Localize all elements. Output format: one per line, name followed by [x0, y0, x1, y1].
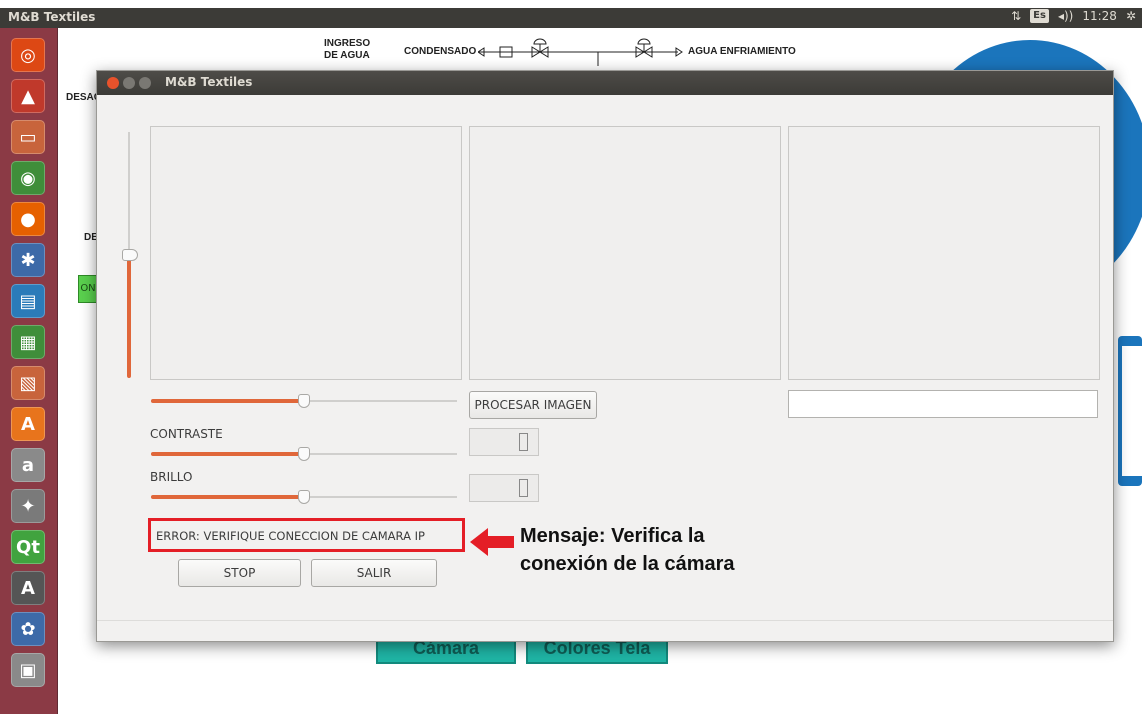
status-on-badge: ON	[78, 275, 98, 303]
top-slider-handle[interactable]	[298, 394, 310, 408]
ubuntu-dash-icon[interactable]: ◎	[11, 38, 45, 72]
contrast-value-display	[469, 428, 539, 456]
calc-icon[interactable]: ▦	[11, 325, 45, 359]
image-frame-processed	[469, 126, 781, 380]
top-panel: M&B Textiles ⇅ Es ◂)) 11:28 ✲	[0, 8, 1142, 28]
diagram-label-condensado: CONDENSADO	[404, 46, 477, 57]
chrome-icon[interactable]: ◉	[11, 161, 45, 195]
gear-icon[interactable]: ✲	[1126, 9, 1136, 23]
exit-button[interactable]: SALIR	[311, 559, 437, 587]
annotation-line-2: conexión de la cámara	[520, 553, 735, 575]
network-arrows-icon[interactable]: ⇅	[1011, 9, 1021, 23]
image-frame-result	[788, 126, 1100, 380]
clock[interactable]: 11:28	[1082, 9, 1117, 23]
error-message-box: ERROR: VERIFIQUE CONECCION DE CAMARA IP	[148, 518, 465, 552]
annotation-text: Mensaje: Verifica la conexión de la cáma…	[520, 522, 735, 578]
panel-app-title: M&B Textiles	[8, 10, 96, 24]
annotation-line-1: Mensaje: Verifica la	[520, 525, 705, 547]
minimize-icon[interactable]	[123, 77, 135, 89]
brightness-value-display	[469, 474, 539, 502]
dialog-footer-divider	[97, 620, 1113, 621]
contrast-label: CONTRASTE	[150, 427, 223, 441]
close-icon[interactable]	[107, 77, 119, 89]
diagram-label-ingreso: INGRESO DE AGUA	[324, 38, 371, 61]
writer-icon[interactable]: ▤	[11, 284, 45, 318]
impress-icon[interactable]: ▧	[11, 366, 45, 400]
vertical-slider[interactable]	[122, 132, 138, 378]
image-frame-original	[150, 126, 462, 380]
app-icon-1[interactable]: ▲	[11, 79, 45, 113]
contrast-slider[interactable]	[151, 447, 457, 461]
background-panel	[1118, 336, 1142, 486]
files-icon[interactable]: ▭	[11, 120, 45, 154]
contrast-digit	[519, 433, 528, 451]
update-icon[interactable]: A	[11, 571, 45, 605]
system-tray: ⇅ Es ◂)) 11:28 ✲	[1011, 9, 1136, 23]
dialog-titlebar: M&B Textiles	[97, 71, 1113, 95]
qt-creator-icon[interactable]: Qt	[11, 530, 45, 564]
amazon-icon[interactable]: a	[11, 448, 45, 482]
brightness-label: BRILLO	[150, 470, 193, 484]
diagram-label-agua: AGUA ENFRIAMIENTO	[688, 46, 796, 57]
annotation-arrow-icon	[470, 528, 514, 556]
settings-app-icon[interactable]: ✱	[11, 243, 45, 277]
keyboard-layout-indicator[interactable]: Es	[1030, 9, 1049, 23]
top-slider[interactable]	[151, 394, 457, 408]
drive-icon[interactable]: ▣	[11, 653, 45, 687]
pipe-diagram	[478, 38, 683, 66]
brightness-digit	[519, 479, 528, 497]
speaker-icon[interactable]: ◂))	[1058, 9, 1073, 23]
process-image-button[interactable]: PROCESAR IMAGEN	[469, 391, 597, 419]
brightness-slider[interactable]	[151, 490, 457, 504]
vertical-slider-handle[interactable]	[122, 249, 138, 261]
firefox-icon[interactable]: ●	[11, 202, 45, 236]
paw-icon[interactable]: ✿	[11, 612, 45, 646]
system-tools-icon[interactable]: ✦	[11, 489, 45, 523]
maximize-icon[interactable]	[139, 77, 151, 89]
error-message: ERROR: VERIFIQUE CONECCION DE CAMARA IP	[156, 529, 425, 543]
software-center-icon[interactable]: A	[11, 407, 45, 441]
contrast-slider-handle[interactable]	[298, 447, 310, 461]
brightness-slider-handle[interactable]	[298, 490, 310, 504]
dialog-title: M&B Textiles	[165, 75, 253, 89]
result-text-field[interactable]	[788, 390, 1098, 418]
stop-button[interactable]: STOP	[178, 559, 301, 587]
launcher: ◎ ▲ ▭ ◉ ● ✱ ▤ ▦ ▧ Aa ✦ Qt A ✿ ▣	[0, 28, 58, 714]
